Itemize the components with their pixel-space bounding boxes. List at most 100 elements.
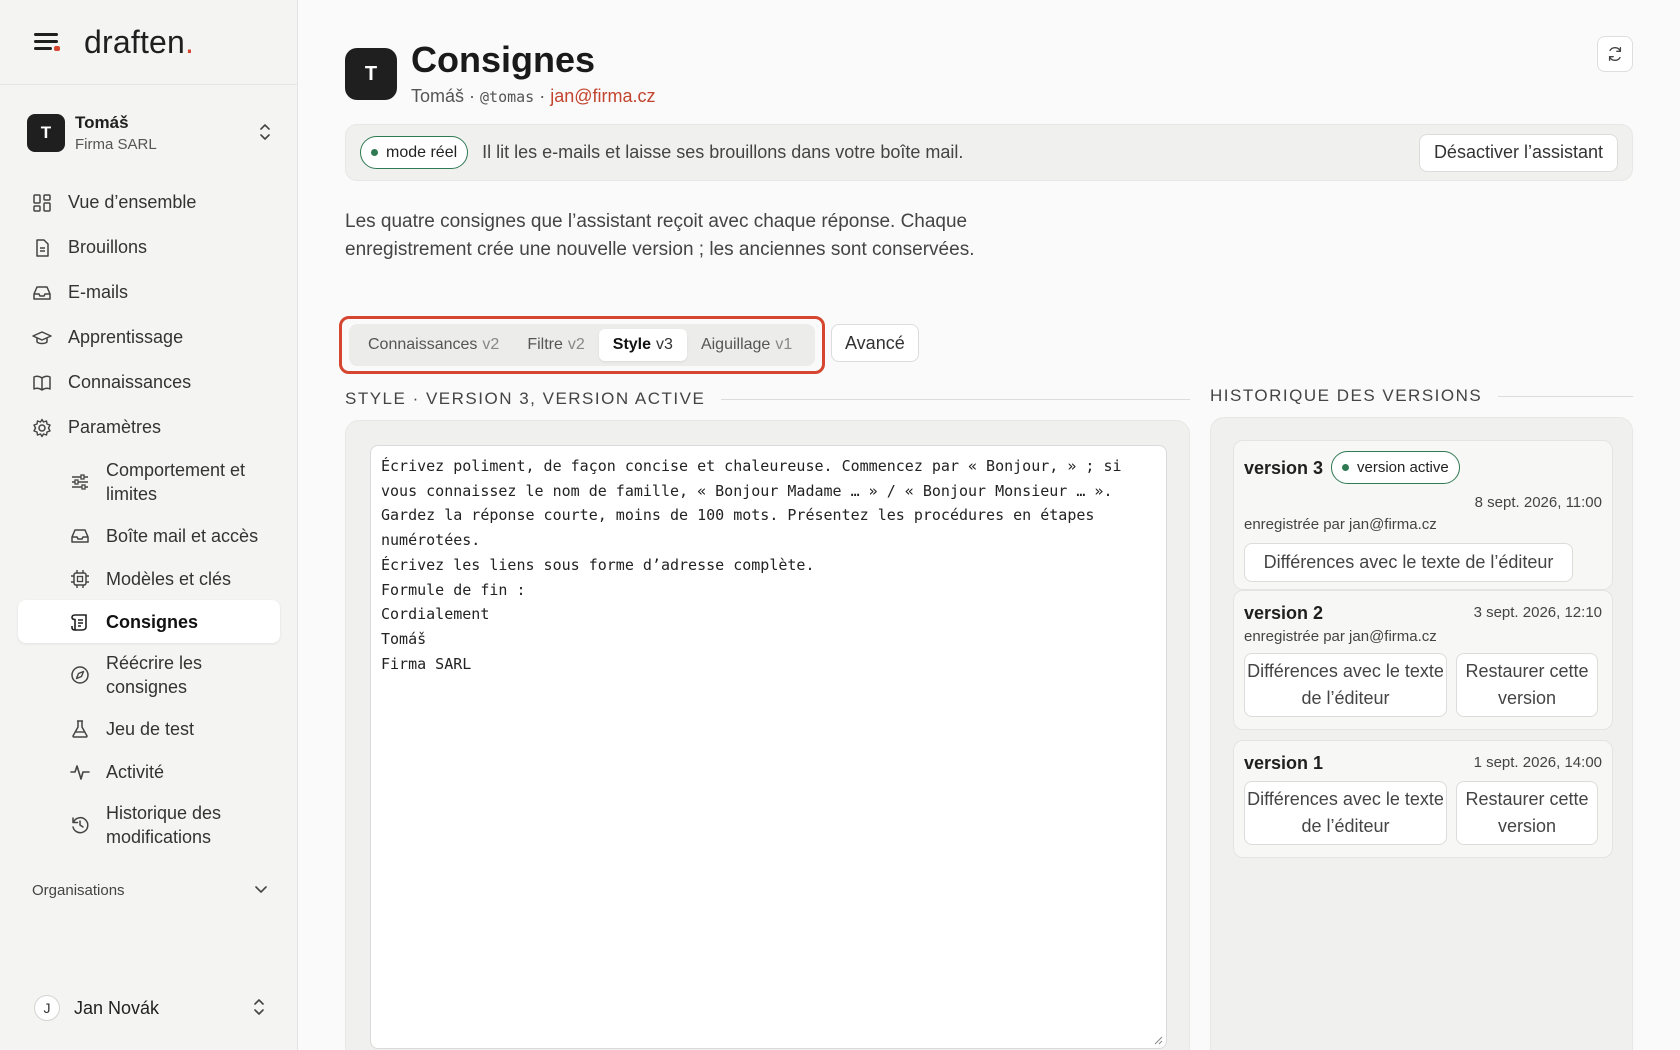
nav-models-label: Modèles et clés	[106, 568, 232, 589]
status-dot-icon	[1342, 464, 1349, 471]
version-date: 1 sept. 2026, 14:00	[1473, 754, 1602, 771]
nav-change-history[interactable]: Historique des modifications	[18, 793, 280, 857]
version-history-panel: version 3 version active 8 sept. 2026, 1…	[1210, 417, 1633, 1050]
nav-rewrite-instructions[interactable]: Réécrire les consignes	[18, 643, 280, 707]
version-card: version 2 3 sept. 2026, 12:10 enregistré…	[1233, 590, 1613, 730]
nav-test-set[interactable]: Jeu de test	[18, 707, 280, 750]
instructions-description: Les quatre consignes que l’assistant reç…	[345, 211, 975, 260]
version-name: version 3	[1244, 458, 1324, 478]
nav-learning-label: Apprentissage	[68, 327, 184, 347]
account-avatar: T	[27, 114, 65, 152]
nav-rewrite-label: Réécrire les consignes	[106, 653, 203, 697]
nav-overview-label: Vue d’ensemble	[68, 192, 197, 212]
tab-filter[interactable]: Filtre v2	[513, 329, 598, 361]
nav-knowledge-label: Connaissances	[68, 372, 192, 392]
nav-emails[interactable]: E-mails	[18, 270, 280, 315]
version-date: 3 sept. 2026, 12:10	[1473, 604, 1602, 621]
diff-button[interactable]: Différences avec le texte de l’éditeur	[1244, 543, 1573, 582]
resize-handle-icon[interactable]	[1153, 1035, 1163, 1045]
page-subtitle: Tomáš · @tomas · jan@firma.cz	[411, 86, 656, 106]
version-card: version 1 1 sept. 2026, 14:00 Différence…	[1233, 740, 1613, 858]
status-dot-icon	[371, 149, 378, 156]
account-company: Firma SARL	[75, 136, 157, 153]
diff-button[interactable]: Différences avec le texte de l’éditeur	[1244, 653, 1447, 717]
nav-testset-label: Jeu de test	[106, 718, 195, 739]
deactivate-assistant-button[interactable]: Désactiver l’assistant	[1418, 133, 1618, 172]
restore-version-button[interactable]: Restaurer cette version	[1456, 781, 1598, 845]
active-version-badge: version active	[1331, 451, 1460, 484]
gear-icon	[32, 418, 52, 438]
instruction-tabs: Connaissances v2 Filtre v2 Style v3 Aiguill…	[349, 324, 815, 366]
nav-knowledge[interactable]: Connaissances	[18, 360, 280, 405]
tab-style[interactable]: Style v3	[598, 329, 687, 361]
tab-knowledge[interactable]: Connaissances v2	[354, 329, 513, 361]
nav-activity[interactable]: Activité	[18, 750, 280, 793]
nav-mailbox-access[interactable]: Boîte mail et accès	[18, 514, 280, 557]
nav-behavior-label: Comportement et limites	[106, 460, 246, 504]
diff-button[interactable]: Différences avec le texte de l’éditeur	[1244, 781, 1447, 845]
nav-overview[interactable]: Vue d’ensemble	[18, 180, 280, 225]
menu-icon[interactable]	[34, 32, 60, 52]
mode-description: Il lit les e-mails et laisse ses brouill…	[482, 142, 964, 162]
tab-routing[interactable]: Aiguillage v1	[687, 329, 806, 361]
main-nav: Vue d’ensemble Brouillons E-mails Appren…	[18, 180, 280, 857]
advanced-button[interactable]: Avancé	[831, 324, 919, 362]
version-name: version 1	[1244, 753, 1324, 773]
version-author: enregistrée par jan@firma.cz	[1244, 628, 1437, 645]
chevron-updown-icon	[252, 998, 266, 1018]
account-switcher[interactable]: T Tomáš Firma SARL	[27, 113, 272, 153]
chip-icon	[70, 569, 90, 589]
organisations-toggle[interactable]: Organisations	[32, 882, 268, 899]
scroll-icon	[70, 612, 90, 632]
sliders-icon	[70, 472, 90, 492]
nav-learning[interactable]: Apprentissage	[18, 315, 280, 360]
nav-mailbox-label: Boîte mail et accès	[106, 525, 259, 546]
refresh-button[interactable]	[1597, 36, 1633, 72]
history-section-label: HISTORIQUE DES VERSIONS	[1210, 386, 1633, 406]
graduation-cap-icon	[32, 328, 52, 348]
editor-section-label: STYLE · VERSION 3, VERSION ACTIVE	[345, 389, 1190, 409]
inbox-icon	[32, 283, 52, 303]
inbox-icon	[70, 526, 90, 546]
nav-behavior-limits[interactable]: Comportement et limites	[18, 450, 280, 514]
mode-badge: mode réel	[360, 136, 469, 169]
nav-instructions-label: Consignes	[106, 611, 199, 632]
page-title: Consignes	[411, 39, 596, 80]
version-date: 8 sept. 2026, 11:00	[1474, 494, 1602, 511]
brand-logo[interactable]: draften.	[84, 24, 194, 61]
flask-icon	[70, 719, 90, 739]
organisations-label: Organisations	[32, 882, 125, 899]
nav-emails-label: E-mails	[68, 282, 129, 302]
editor-panel: Écrivez poliment, de façon concise et ch…	[345, 420, 1190, 1050]
user-name: Jan Novák	[74, 997, 160, 1018]
nav-instructions[interactable]: Consignes	[18, 600, 280, 643]
document-icon	[32, 238, 52, 258]
user-menu[interactable]: J Jan Novák	[34, 995, 266, 1021]
nav-history-label: Historique des modifications	[106, 803, 222, 847]
nav-settings-label: Paramètres	[68, 417, 162, 437]
page-header: T Consignes Tomáš · @tomas · jan@firma.c…	[345, 40, 656, 107]
page-avatar: T	[345, 48, 397, 100]
history-icon	[70, 815, 90, 835]
nav-drafts[interactable]: Brouillons	[18, 225, 280, 270]
book-icon	[32, 373, 52, 393]
nav-drafts-label: Brouillons	[68, 237, 148, 257]
compass-icon	[70, 665, 90, 685]
restore-version-button[interactable]: Restaurer cette version	[1456, 653, 1598, 717]
nav-settings[interactable]: Paramètres	[18, 405, 280, 450]
dashboard-icon	[32, 193, 52, 213]
owner-handle: @tomas	[480, 88, 535, 106]
user-avatar: J	[34, 995, 60, 1021]
mode-banner: mode réel Il lit les e-mails et laisse s…	[345, 124, 1633, 181]
owner-name: Tomáš	[411, 86, 465, 106]
brand-bar: draften.	[0, 0, 297, 85]
instructions-textarea[interactable]: Écrivez poliment, de façon concise et ch…	[370, 445, 1167, 1049]
nav-activity-label: Activité	[106, 761, 165, 782]
chevron-down-icon	[254, 882, 268, 899]
refresh-icon	[1608, 47, 1622, 61]
version-author: enregistrée par jan@firma.cz	[1244, 516, 1437, 533]
owner-email-link[interactable]: jan@firma.cz	[550, 86, 655, 106]
sidebar: draften. T Tomáš Firma SARL Vue d’ensemb…	[0, 0, 298, 1050]
nav-models-keys[interactable]: Modèles et clés	[18, 557, 280, 600]
account-name: Tomáš	[75, 113, 129, 132]
